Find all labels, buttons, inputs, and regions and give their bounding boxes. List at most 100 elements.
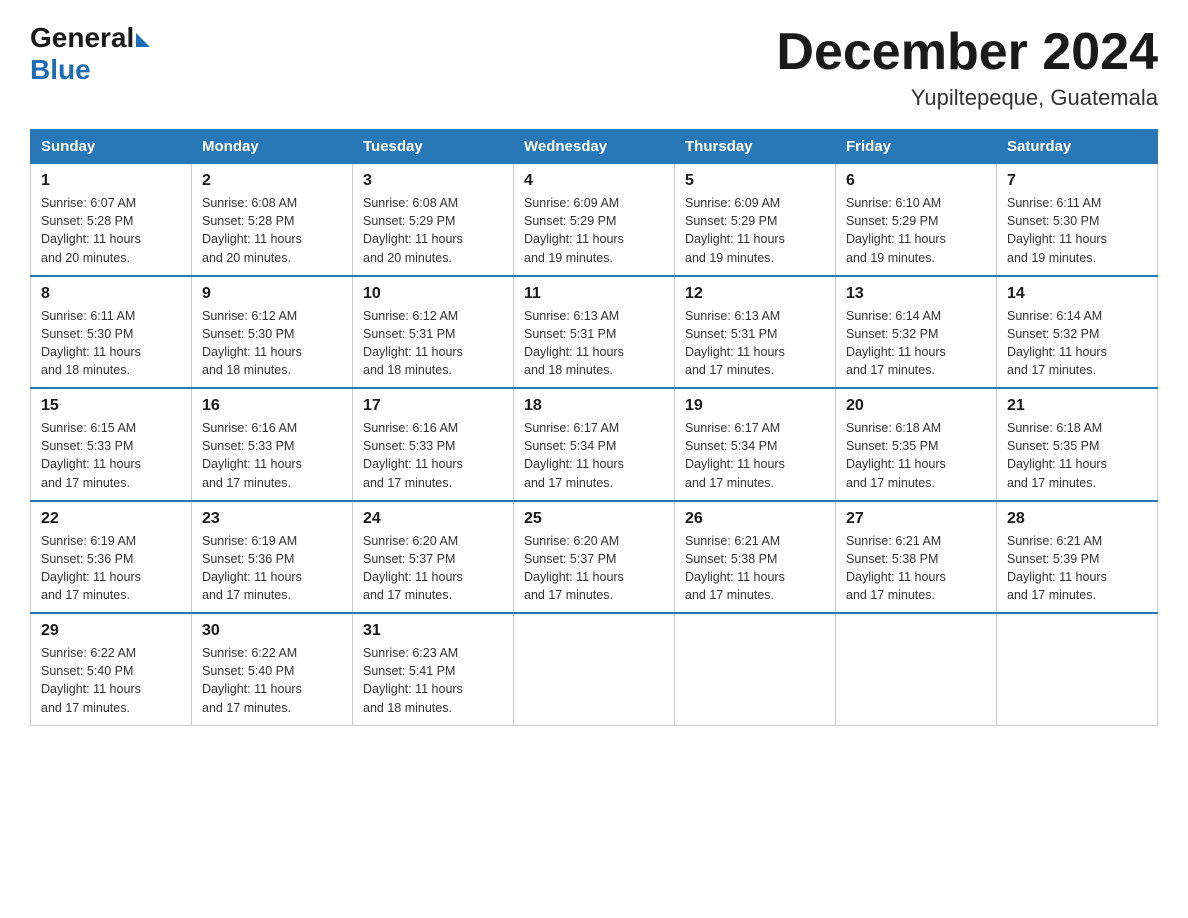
day-info: Sunrise: 6:17 AMSunset: 5:34 PMDaylight:… xyxy=(685,419,825,492)
day-info: Sunrise: 6:08 AMSunset: 5:28 PMDaylight:… xyxy=(202,194,342,267)
day-number: 23 xyxy=(202,510,342,528)
day-number: 12 xyxy=(685,285,825,303)
day-number: 22 xyxy=(41,510,181,528)
day-info: Sunrise: 6:19 AMSunset: 5:36 PMDaylight:… xyxy=(41,532,181,605)
day-info: Sunrise: 6:21 AMSunset: 5:39 PMDaylight:… xyxy=(1007,532,1147,605)
calendar-cell: 23 Sunrise: 6:19 AMSunset: 5:36 PMDayligh… xyxy=(192,501,353,614)
logo-blue: Blue xyxy=(30,54,91,86)
day-info: Sunrise: 6:12 AMSunset: 5:30 PMDaylight:… xyxy=(202,307,342,380)
calendar-cell: 27 Sunrise: 6:21 AMSunset: 5:38 PMDayligh… xyxy=(836,501,997,614)
calendar-cell: 14Sunrise: 6:14 AMSunset: 5:32 PMDayligh… xyxy=(997,276,1158,389)
day-info: Sunrise: 6:10 AMSunset: 5:29 PMDaylight:… xyxy=(846,194,986,267)
day-info: Sunrise: 6:15 AMSunset: 5:33 PMDaylight:… xyxy=(41,419,181,492)
logo: General Blue xyxy=(30,24,150,86)
day-info: Sunrise: 6:17 AMSunset: 5:34 PMDaylight:… xyxy=(524,419,664,492)
calendar-cell: 2 Sunrise: 6:08 AMSunset: 5:28 PMDaylight… xyxy=(192,164,353,276)
calendar-cell xyxy=(836,613,997,725)
day-number: 5 xyxy=(685,172,825,190)
day-number: 2 xyxy=(202,172,342,190)
day-number: 7 xyxy=(1007,172,1147,190)
header-sunday: Sunday xyxy=(31,130,192,164)
calendar-cell: 28 Sunrise: 6:21 AMSunset: 5:39 PMDayligh… xyxy=(997,501,1158,614)
calendar-cell: 26Sunrise: 6:21 AMSunset: 5:38 PMDayligh… xyxy=(675,501,836,614)
day-number: 20 xyxy=(846,397,986,415)
calendar-header-row: SundayMondayTuesdayWednesdayThursdayFrid… xyxy=(31,130,1158,164)
day-number: 27 xyxy=(846,510,986,528)
calendar-cell: 30Sunrise: 6:22 AMSunset: 5:40 PMDayligh… xyxy=(192,613,353,725)
calendar-cell: 4Sunrise: 6:09 AMSunset: 5:29 PMDaylight… xyxy=(514,164,675,276)
day-number: 9 xyxy=(202,285,342,303)
calendar-cell: 21Sunrise: 6:18 AMSunset: 5:35 PMDayligh… xyxy=(997,388,1158,501)
day-number: 15 xyxy=(41,397,181,415)
day-info: Sunrise: 6:12 AMSunset: 5:31 PMDaylight:… xyxy=(363,307,503,380)
day-info: Sunrise: 6:19 AMSunset: 5:36 PMDaylight:… xyxy=(202,532,342,605)
header-monday: Monday xyxy=(192,130,353,164)
calendar-cell: 20Sunrise: 6:18 AMSunset: 5:35 PMDayligh… xyxy=(836,388,997,501)
calendar-cell: 7 Sunrise: 6:11 AMSunset: 5:30 PMDaylight… xyxy=(997,164,1158,276)
day-number: 3 xyxy=(363,172,503,190)
day-info: Sunrise: 6:21 AMSunset: 5:38 PMDaylight:… xyxy=(685,532,825,605)
day-info: Sunrise: 6:21 AMSunset: 5:38 PMDaylight:… xyxy=(846,532,986,605)
calendar-cell: 24 Sunrise: 6:20 AMSunset: 5:37 PMDayligh… xyxy=(353,501,514,614)
calendar-cell: 3 Sunrise: 6:08 AMSunset: 5:29 PMDaylight… xyxy=(353,164,514,276)
day-info: Sunrise: 6:20 AMSunset: 5:37 PMDaylight:… xyxy=(363,532,503,605)
day-number: 14 xyxy=(1007,285,1147,303)
calendar-week-row: 15 Sunrise: 6:15 AMSunset: 5:33 PMDayligh… xyxy=(31,388,1158,501)
header-friday: Friday xyxy=(836,130,997,164)
day-number: 28 xyxy=(1007,510,1147,528)
day-number: 24 xyxy=(363,510,503,528)
day-number: 4 xyxy=(524,172,664,190)
day-number: 18 xyxy=(524,397,664,415)
day-number: 21 xyxy=(1007,397,1147,415)
header-thursday: Thursday xyxy=(675,130,836,164)
logo-text: General xyxy=(30,24,150,52)
logo-general: General xyxy=(30,24,134,52)
day-info: Sunrise: 6:13 AMSunset: 5:31 PMDaylight:… xyxy=(524,307,664,380)
calendar-cell xyxy=(514,613,675,725)
calendar-cell: 29 Sunrise: 6:22 AMSunset: 5:40 PMDayligh… xyxy=(31,613,192,725)
day-info: Sunrise: 6:20 AMSunset: 5:37 PMDaylight:… xyxy=(524,532,664,605)
day-number: 16 xyxy=(202,397,342,415)
day-info: Sunrise: 6:14 AMSunset: 5:32 PMDaylight:… xyxy=(846,307,986,380)
calendar-cell: 22 Sunrise: 6:19 AMSunset: 5:36 PMDayligh… xyxy=(31,501,192,614)
day-number: 1 xyxy=(41,172,181,190)
day-info: Sunrise: 6:08 AMSunset: 5:29 PMDaylight:… xyxy=(363,194,503,267)
title-area: December 2024 Yupiltepeque, Guatemala xyxy=(776,24,1158,111)
calendar-cell: 18 Sunrise: 6:17 AMSunset: 5:34 PMDayligh… xyxy=(514,388,675,501)
calendar-cell xyxy=(675,613,836,725)
day-number: 25 xyxy=(524,510,664,528)
header-saturday: Saturday xyxy=(997,130,1158,164)
calendar-cell: 17Sunrise: 6:16 AMSunset: 5:33 PMDayligh… xyxy=(353,388,514,501)
calendar-week-row: 22 Sunrise: 6:19 AMSunset: 5:36 PMDayligh… xyxy=(31,501,1158,614)
logo-arrow-icon xyxy=(136,33,150,47)
calendar-cell xyxy=(997,613,1158,725)
day-number: 31 xyxy=(363,622,503,640)
calendar-cell: 15 Sunrise: 6:15 AMSunset: 5:33 PMDayligh… xyxy=(31,388,192,501)
calendar-week-row: 29 Sunrise: 6:22 AMSunset: 5:40 PMDayligh… xyxy=(31,613,1158,725)
day-info: Sunrise: 6:16 AMSunset: 5:33 PMDaylight:… xyxy=(202,419,342,492)
calendar-cell: 13Sunrise: 6:14 AMSunset: 5:32 PMDayligh… xyxy=(836,276,997,389)
calendar-cell: 9 Sunrise: 6:12 AMSunset: 5:30 PMDaylight… xyxy=(192,276,353,389)
calendar-cell: 1 Sunrise: 6:07 AMSunset: 5:28 PMDaylight… xyxy=(31,164,192,276)
calendar-cell: 31 Sunrise: 6:23 AMSunset: 5:41 PMDayligh… xyxy=(353,613,514,725)
day-info: Sunrise: 6:11 AMSunset: 5:30 PMDaylight:… xyxy=(1007,194,1147,267)
calendar-table: SundayMondayTuesdayWednesdayThursdayFrid… xyxy=(30,129,1158,726)
calendar-cell: 5 Sunrise: 6:09 AMSunset: 5:29 PMDaylight… xyxy=(675,164,836,276)
day-info: Sunrise: 6:23 AMSunset: 5:41 PMDaylight:… xyxy=(363,644,503,717)
day-info: Sunrise: 6:09 AMSunset: 5:29 PMDaylight:… xyxy=(685,194,825,267)
header-wednesday: Wednesday xyxy=(514,130,675,164)
calendar-cell: 11 Sunrise: 6:13 AMSunset: 5:31 PMDayligh… xyxy=(514,276,675,389)
calendar-cell: 12Sunrise: 6:13 AMSunset: 5:31 PMDayligh… xyxy=(675,276,836,389)
location-subtitle: Yupiltepeque, Guatemala xyxy=(776,85,1158,111)
month-title: December 2024 xyxy=(776,24,1158,81)
day-info: Sunrise: 6:22 AMSunset: 5:40 PMDaylight:… xyxy=(41,644,181,717)
day-number: 19 xyxy=(685,397,825,415)
day-number: 11 xyxy=(524,285,664,303)
day-number: 29 xyxy=(41,622,181,640)
header-tuesday: Tuesday xyxy=(353,130,514,164)
day-number: 8 xyxy=(41,285,181,303)
calendar-cell: 25 Sunrise: 6:20 AMSunset: 5:37 PMDayligh… xyxy=(514,501,675,614)
day-number: 17 xyxy=(363,397,503,415)
day-info: Sunrise: 6:11 AMSunset: 5:30 PMDaylight:… xyxy=(41,307,181,380)
day-info: Sunrise: 6:07 AMSunset: 5:28 PMDaylight:… xyxy=(41,194,181,267)
